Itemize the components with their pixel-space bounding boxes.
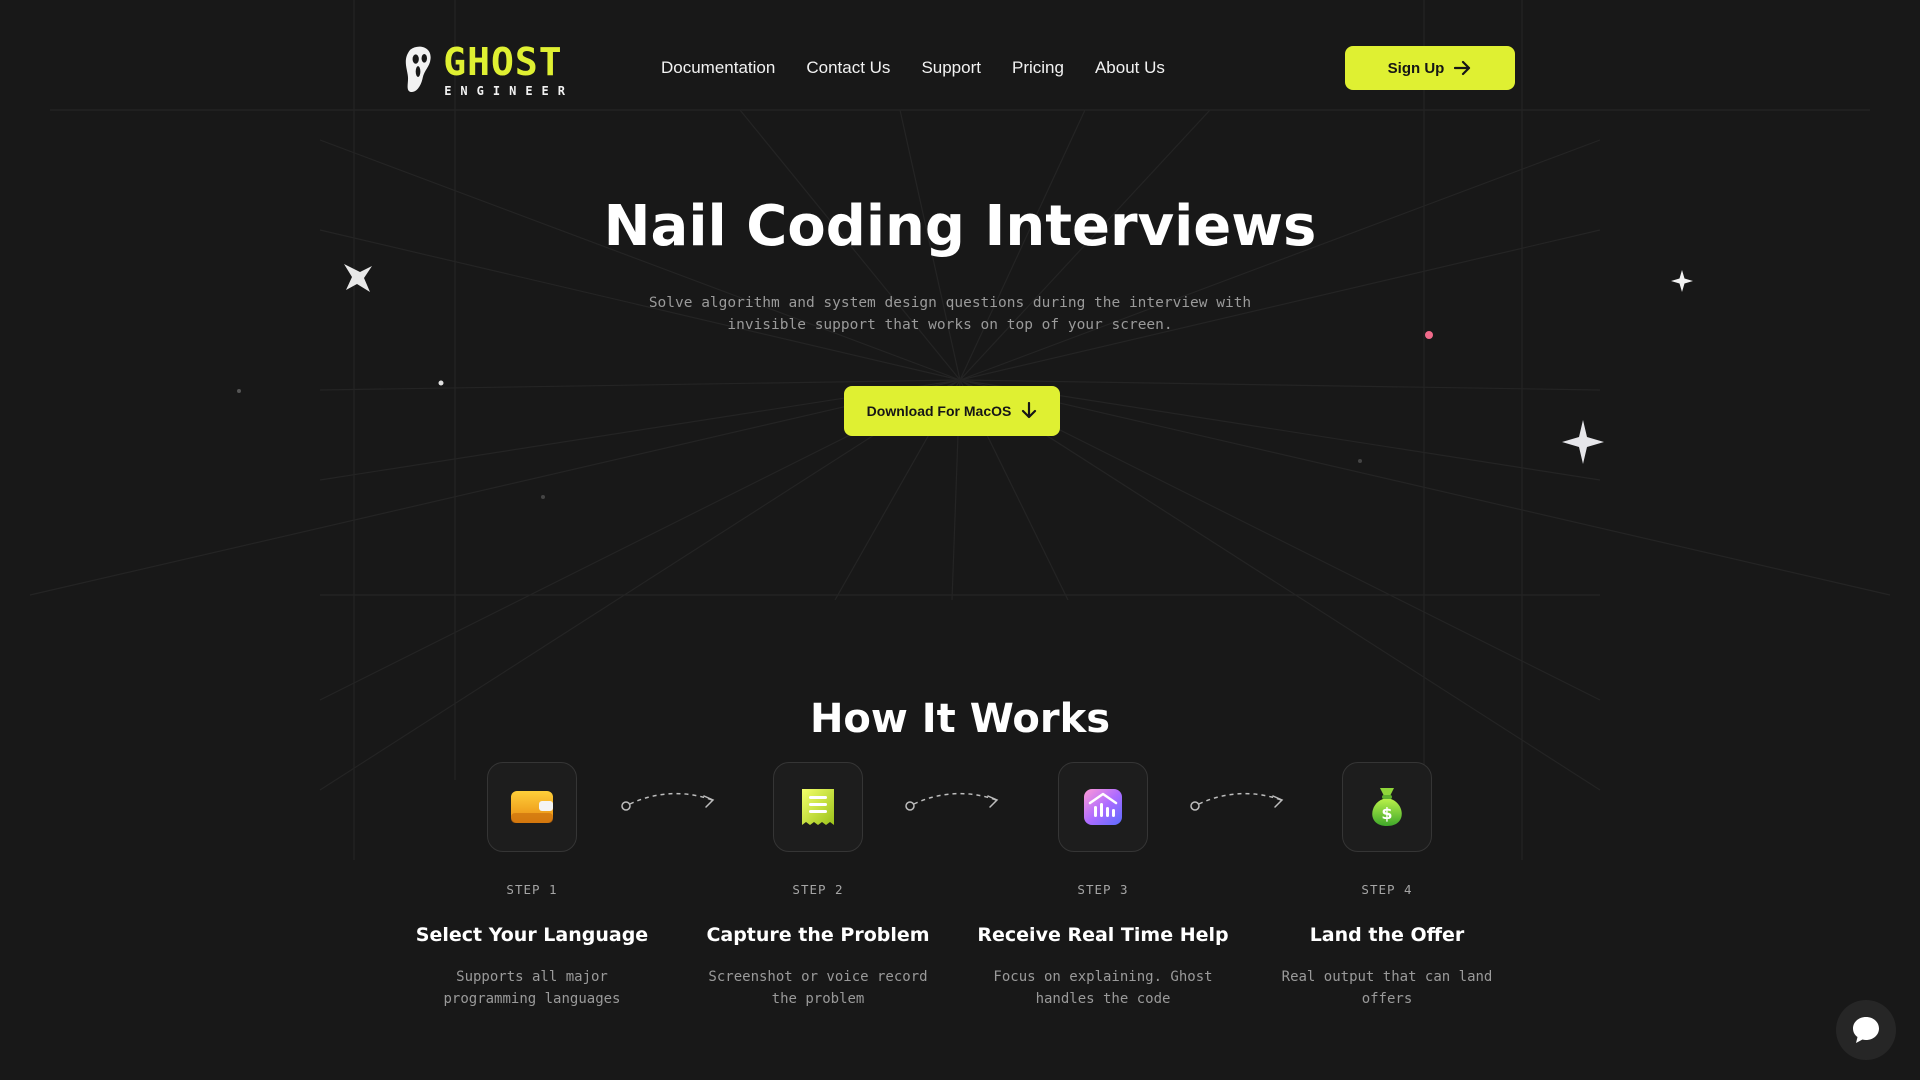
step-title: Land the Offer (1309, 924, 1465, 946)
step-connector-arrow (1190, 792, 1284, 811)
step-label: STEP 4 (1361, 882, 1413, 897)
step-description: Supports all major programming languages (443, 969, 621, 1007)
step-label: STEP 1 (506, 882, 558, 897)
step-label: STEP 2 (792, 882, 844, 897)
money-bag-icon: $ (1372, 788, 1402, 826)
step-label: STEP 3 (1077, 882, 1129, 897)
how-it-works-title: How It Works (809, 696, 1111, 742)
receipt-icon (802, 789, 834, 825)
chart-icon (1084, 789, 1122, 825)
step-description: Focus on explaining. Ghost handles the c… (993, 969, 1213, 1007)
step-connector-arrow (621, 792, 715, 811)
step-icon-box (773, 762, 863, 852)
step-title: Select Your Language (415, 924, 649, 946)
wallet-icon (511, 791, 553, 823)
chat-widget-button[interactable] (1836, 1000, 1896, 1060)
svg-text:$: $ (1381, 804, 1392, 823)
dot-decoration (237, 331, 1433, 499)
step-description: Real output that can land offers (1281, 969, 1493, 1007)
step-title: Receive Real Time Help (977, 924, 1229, 946)
step-title: Capture the Problem (706, 924, 930, 946)
chat-bubble-icon (1853, 1017, 1879, 1043)
step-icon-box: $ (1342, 762, 1432, 852)
step-connector-arrow (905, 792, 999, 811)
step-icon-box (487, 762, 577, 852)
step-icon-box (1058, 762, 1148, 852)
step-description: Screenshot or voice record the problem (708, 969, 928, 1007)
page: GHOST ENGINEER Documentation Contact Us … (0, 0, 1920, 1080)
